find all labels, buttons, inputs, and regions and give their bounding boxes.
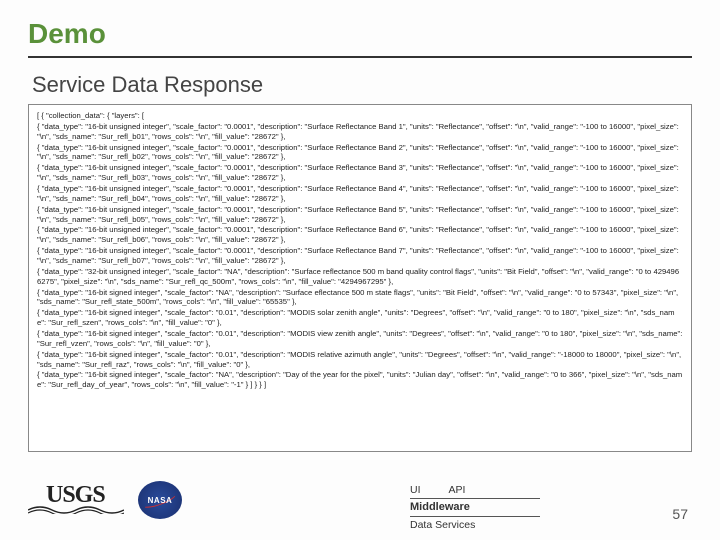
title-rule: [28, 56, 692, 58]
nasa-text: NASA: [148, 496, 173, 505]
layer-line: { "data_type": "16-bit unsigned integer"…: [37, 163, 683, 183]
layer-line: { "data_type": "16-bit signed integer", …: [37, 350, 683, 370]
slide: Demo Service Data Response [ { "collecti…: [0, 0, 720, 540]
layer-line: { "data_type": "16-bit unsigned integer"…: [37, 225, 683, 245]
stack-ui: UI: [410, 483, 421, 497]
layer-line: { "data_type": "16-bit signed integer", …: [37, 308, 683, 328]
layer-line: { "data_type": "16-bit unsigned integer"…: [37, 205, 683, 225]
slide-subtitle: Service Data Response: [32, 72, 692, 98]
usgs-wave-icon: [28, 504, 124, 514]
layer-line: { "data_type": "16-bit signed integer", …: [37, 329, 683, 349]
stack-sep: [410, 516, 540, 517]
architecture-stack: UI API Middleware Data Services: [410, 483, 540, 532]
json-response-box: [ { "collection_data": { "layers": [ { "…: [28, 104, 692, 452]
logo-row: USGS NASA: [28, 480, 182, 520]
layer-line: { "data_type": "16-bit signed integer", …: [37, 288, 683, 308]
code-prefix: [ { "collection_data": { "layers": [: [37, 111, 683, 121]
layer-line: { "data_type": "32-bit unsigned integer"…: [37, 267, 683, 287]
stack-api: API: [449, 483, 466, 497]
stack-data-services: Data Services: [410, 518, 540, 532]
stack-sep: [410, 498, 540, 499]
usgs-logo: USGS: [28, 480, 124, 520]
nasa-logo: NASA: [138, 481, 182, 519]
footer: USGS NASA UI API Middleware Data Service…: [0, 474, 720, 540]
demo-title: Demo: [28, 18, 692, 50]
layer-line: { "data_type": "16-bit unsigned integer"…: [37, 246, 683, 266]
layer-line: { "data_type": "16-bit unsigned integer"…: [37, 143, 683, 163]
layer-line: { "data_type": "16-bit unsigned integer"…: [37, 122, 683, 142]
page-number: 57: [672, 506, 688, 522]
stack-middleware: Middleware: [410, 500, 540, 515]
layer-line: { "data_type": "16-bit signed integer", …: [37, 370, 683, 390]
layer-line: { "data_type": "16-bit unsigned integer"…: [37, 184, 683, 204]
